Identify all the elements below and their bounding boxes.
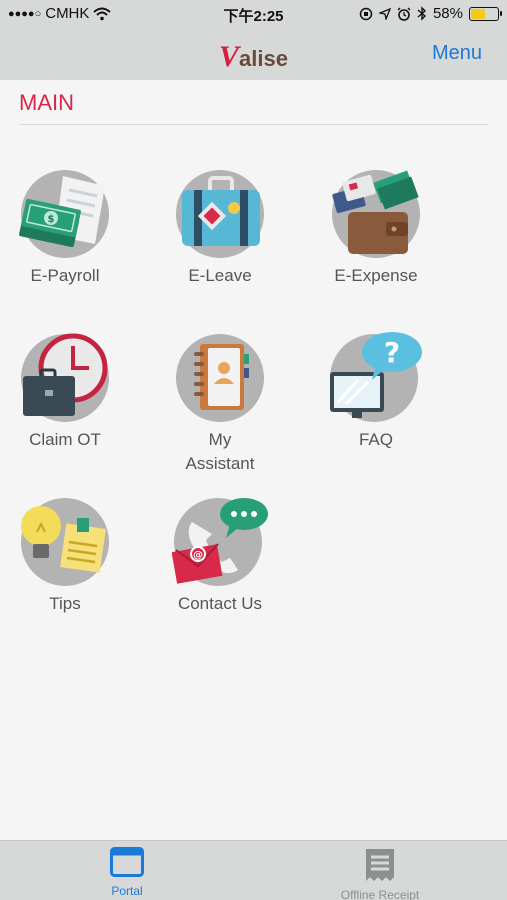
status-bar: ●●●●○ CMHK 下午2:25 58% xyxy=(0,0,507,30)
lightbulb-note-icon xyxy=(21,498,109,586)
divider xyxy=(19,124,489,125)
monitor-question-icon: ? xyxy=(330,332,422,422)
battery-level xyxy=(471,8,486,19)
battery-icon xyxy=(469,6,502,21)
valise-logo: Valise xyxy=(0,40,507,74)
nav-bar: Valise Menu xyxy=(0,30,507,80)
tab-label: Portal xyxy=(111,884,143,898)
orientation-lock-icon xyxy=(359,7,373,20)
logo-text: alise xyxy=(239,46,288,71)
location-icon xyxy=(378,7,391,20)
tile-claim-ot[interactable]: Claim OT xyxy=(0,332,130,452)
wallet-icon xyxy=(332,170,420,258)
portal-icon xyxy=(110,847,144,877)
tile-my-assistant[interactable]: My Assistant xyxy=(155,332,285,476)
svg-text:?: ? xyxy=(384,336,400,369)
section-title: MAIN xyxy=(19,90,74,115)
tile-contact-us[interactable]: @ Contact Us xyxy=(155,496,285,616)
tab-portal[interactable]: Portal xyxy=(57,847,197,898)
tile-label: E-Leave xyxy=(188,266,252,285)
tile-label: FAQ xyxy=(358,430,393,449)
payroll-icon: $ xyxy=(19,170,109,258)
suitcase-icon xyxy=(176,170,264,258)
tab-offline-receipt[interactable]: Offline Receipt xyxy=(310,847,450,900)
menu-button[interactable]: Menu xyxy=(432,42,482,65)
battery-percent: 58% xyxy=(432,5,463,22)
tile-e-leave[interactable]: E-Leave xyxy=(155,168,285,288)
phone-mail-icon: @ xyxy=(172,498,268,586)
bluetooth-icon xyxy=(417,6,426,21)
tile-e-expense[interactable]: E-Expense xyxy=(311,168,441,288)
status-right: 58% xyxy=(359,5,502,22)
tile-label: Contact Us xyxy=(177,594,263,613)
tile-label: E-Payroll xyxy=(30,266,100,285)
tile-e-payroll[interactable]: $ E-Payroll xyxy=(0,168,130,288)
tile-label: Tips xyxy=(49,594,81,613)
logo-letter: V xyxy=(219,40,240,73)
address-book-icon xyxy=(176,334,264,422)
tile-label: Claim OT xyxy=(29,430,101,449)
tile-tips[interactable]: Tips xyxy=(0,496,130,616)
tile-faq[interactable]: ? FAQ xyxy=(311,332,441,452)
tile-label-line2: Assistant xyxy=(185,454,255,473)
clock-briefcase-icon xyxy=(21,333,109,422)
svg-text:@: @ xyxy=(193,550,203,561)
tab-label: Offline Receipt xyxy=(340,888,420,900)
tile-label-line1: My xyxy=(208,430,232,449)
svg-text:$: $ xyxy=(48,214,55,225)
alarm-icon xyxy=(397,6,411,21)
tile-label: E-Expense xyxy=(334,266,418,285)
tab-bar: Portal Offline Receipt xyxy=(0,840,507,900)
receipt-icon xyxy=(366,849,394,881)
